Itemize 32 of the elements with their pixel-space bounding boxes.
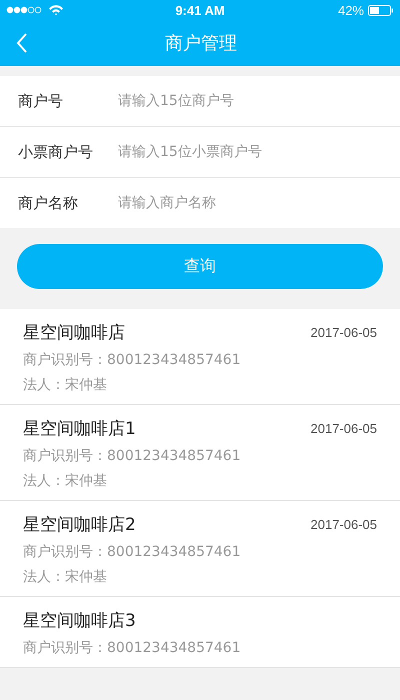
legal-person: 法人：宋仲基 <box>23 472 108 490</box>
merchant-id: 商户识别号：800123434857461 <box>23 639 242 657</box>
merchant-date: 2017-06-05 <box>310 421 377 436</box>
legal-person: 法人：宋仲基 <box>23 568 108 586</box>
merchant-item[interactable]: 星空间咖啡店2 2017-06-05 商户识别号：800123434857461 法人：宋仲基 <box>0 501 400 597</box>
input-field[interactable]: 请输入15位小票商户号 <box>116 143 400 161</box>
merchant-name: 星空间咖啡店 <box>23 322 125 344</box>
merchant-date: 2017-06-05 <box>310 517 377 532</box>
input-field[interactable]: 请输入商户名称 <box>116 194 400 212</box>
merchant-item[interactable]: 星空间咖啡店3 商户识别号：800123434857461 <box>0 597 400 668</box>
back-icon <box>16 32 28 54</box>
merchant-name: 星空间咖啡店1 <box>23 418 136 440</box>
field-label: 商户号 <box>18 92 64 110</box>
merchant-id: 商户识别号：800123434857461 <box>23 543 242 561</box>
merchant-name: 星空间咖啡店2 <box>23 514 136 536</box>
status-time: 9:41 AM <box>175 2 225 18</box>
battery-icon <box>368 4 394 16</box>
merchant-id: 商户识别号：800123434857461 <box>23 351 242 369</box>
battery-percent: 42% <box>338 2 364 18</box>
field-label: 商户名称 <box>18 194 79 212</box>
signal-icon <box>6 5 42 15</box>
back-button[interactable] <box>16 32 28 54</box>
input-field[interactable]: 请输入15位商户号 <box>116 92 400 110</box>
merchant-id: 商户识别号：800123434857461 <box>23 447 242 465</box>
merchant-item[interactable]: 星空间咖啡店1 2017-06-05 商户识别号：800123434857461 法人：宋仲基 <box>0 405 400 501</box>
legal-person: 法人：宋仲基 <box>23 376 108 394</box>
field-label: 小票商户号 <box>18 142 94 162</box>
merchant-date: 2017-06-05 <box>310 325 377 340</box>
wifi-icon <box>48 4 64 16</box>
merchant-name: 星空间咖啡店3 <box>23 610 136 632</box>
merchant-item[interactable]: 星空间咖啡店 2017-06-05 商户识别号：800123434857461 法人：宋仲基 <box>0 309 400 405</box>
page-title: 商户管理 <box>165 32 237 55</box>
